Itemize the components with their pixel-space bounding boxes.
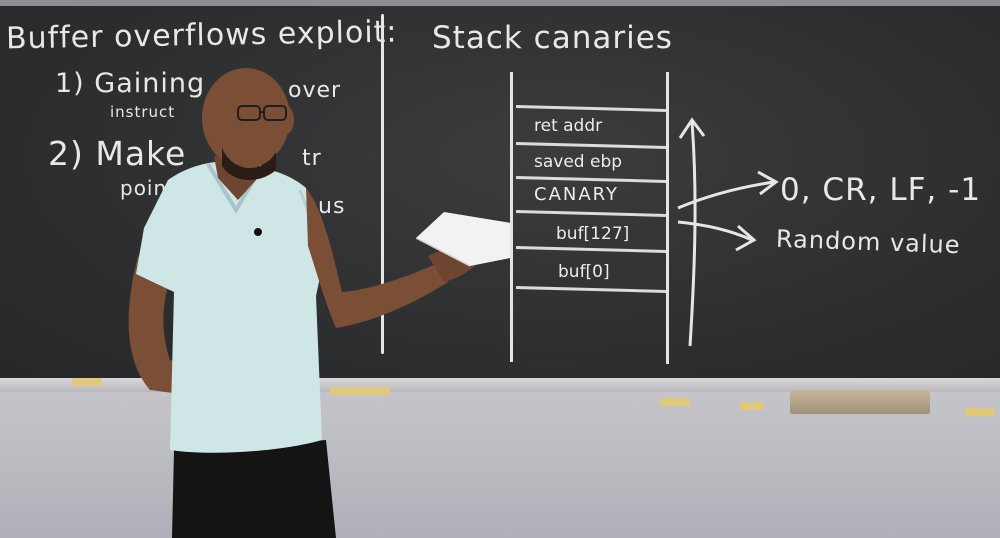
stack-slot-saved-ebp: saved ebp [534, 152, 623, 172]
right-title: Stack canaries [432, 20, 673, 56]
eraser [790, 390, 930, 414]
chalk-piece [72, 378, 102, 386]
stack-separator [515, 105, 667, 112]
stack-separator [515, 286, 667, 293]
chalk-piece [965, 408, 995, 416]
stack-right-wall [666, 72, 669, 364]
chalk-piece [660, 398, 690, 406]
lecturer [128, 68, 510, 538]
canary-option-terminator: 0, CR, LF, -1 [780, 172, 982, 208]
stack-slot-buf-127: buf[127] [556, 224, 630, 244]
left-title: Buffer overflows exploit: [5, 14, 398, 57]
board-frame [0, 0, 1000, 6]
stack-separator [515, 246, 667, 253]
stack-separator [515, 142, 667, 149]
lecture-scene: Buffer overflows exploit: 1) Gaining ove… [0, 0, 1000, 538]
stack-diagram: ret addr saved ebp CANARY buf[127] buf[0… [510, 72, 676, 372]
stack-separator [515, 176, 667, 183]
stack-separator [515, 210, 667, 217]
canary-option-random: Random value [775, 224, 961, 260]
chalk-piece [740, 402, 764, 410]
stack-slot-canary: CANARY [534, 184, 620, 205]
stack-slot-buf-0: buf[0] [558, 262, 610, 282]
stack-slot-ret-addr: ret addr [534, 116, 603, 136]
canary-arrows-icon [677, 170, 779, 252]
stack-left-wall [510, 72, 513, 362]
